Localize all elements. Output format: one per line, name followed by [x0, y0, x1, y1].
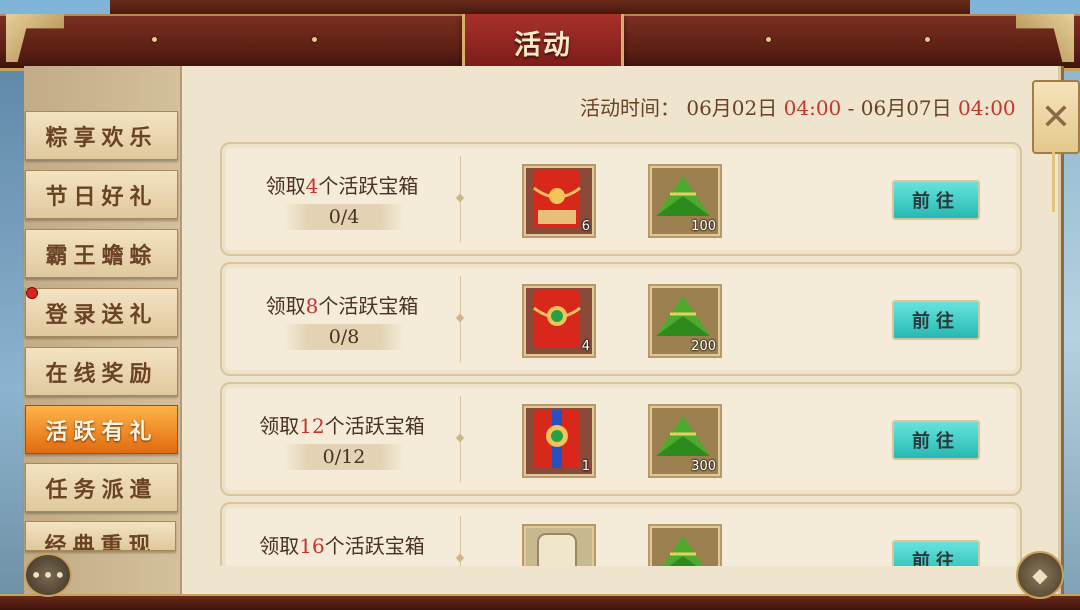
row-title: 领取4个活跃宝箱 [265, 174, 419, 198]
tab-jieri-haoli[interactable]: 节日好礼 [25, 170, 178, 219]
tab-jingdian-chongxian[interactable]: 经典重现 [25, 521, 176, 551]
go-button[interactable]: 前往 [892, 540, 980, 566]
row-divider [460, 276, 461, 362]
reward-item[interactable] [522, 524, 596, 566]
frame-stud [766, 37, 771, 42]
zongzi-icon: ◆ [1032, 563, 1048, 587]
event-start-time: 04:00 [783, 96, 842, 120]
go-button[interactable]: 前往 [892, 180, 980, 220]
red-envelope-icon [533, 170, 581, 228]
reward-row: 领取4个活跃宝箱 0/4 6 100 前往 [220, 142, 1022, 256]
window-title-plaque: 活动 [462, 14, 624, 73]
row-title: 领取8个活跃宝箱 [265, 294, 419, 318]
progress-text: 0/8 [284, 324, 404, 350]
row-divider [460, 156, 461, 242]
tab-zaixian-jiangli[interactable]: 在线奖励 [25, 347, 178, 396]
reward-item[interactable]: 4 [522, 284, 596, 358]
go-button[interactable]: 前往 [892, 420, 980, 460]
row-title: 领取16个活跃宝箱 [259, 534, 425, 558]
event-time-separator: - [847, 96, 855, 120]
progress-text: 0/4 [284, 204, 404, 230]
frame-stud [925, 37, 930, 42]
reward-item[interactable]: 6 [522, 164, 596, 238]
jade-red-envelope-icon [533, 290, 581, 348]
tab-bawang-chanchu[interactable]: 霸王蟾蜍 [25, 229, 178, 278]
chat-button[interactable]: ••• [24, 553, 72, 597]
event-end-date: 06月07日 [860, 96, 952, 120]
blue-jade-envelope-icon [534, 410, 580, 468]
frame-stud [312, 37, 317, 42]
row-divider [460, 516, 461, 566]
row-divider [460, 396, 461, 482]
reward-row: 领取16个活跃宝箱 前往 [220, 502, 1022, 566]
reward-item[interactable]: 200 [648, 284, 722, 358]
tab-zongxiang-huanle[interactable]: 粽享欢乐 [25, 111, 178, 160]
reward-item[interactable]: 300 [648, 404, 722, 478]
scroll-pouch-icon [537, 533, 577, 566]
reward-item[interactable]: 100 [648, 164, 722, 238]
go-button[interactable]: 前往 [892, 300, 980, 340]
tab-renwu-paiqian[interactable]: 任务派遣 [25, 463, 178, 512]
tab-huoyue-youli[interactable]: 活跃有礼 [25, 405, 178, 454]
chat-bubble-icon: ••• [30, 563, 66, 587]
reward-row: 领取12个活跃宝箱 0/12 1 300 前往 [220, 382, 1022, 496]
notification-dot [26, 287, 38, 299]
event-time: 活动时间： 06月02日 04:00 - 06月07日 04:00 [580, 92, 1020, 122]
zongzi-icon [662, 536, 704, 566]
event-start-date: 06月02日 [686, 96, 778, 120]
progress-text: 0/12 [284, 444, 404, 470]
tab-denglu-songli[interactable]: 登录送礼 [25, 288, 178, 337]
zongzi-menu-button[interactable]: ◆ [1016, 551, 1064, 599]
frame-stud [152, 37, 157, 42]
reward-item[interactable]: 1 [522, 404, 596, 478]
row-title: 领取12个活跃宝箱 [259, 414, 425, 438]
event-end-time: 04:00 [958, 96, 1016, 120]
window-title: 活动 [514, 29, 572, 61]
reward-row: 领取8个活跃宝箱 0/8 4 200 前往 [220, 262, 1022, 376]
event-time-label: 活动时间： [580, 96, 680, 120]
reward-list[interactable]: 领取4个活跃宝箱 0/4 6 100 前往 领取8个活跃宝箱 0/8 4 200… [182, 130, 1058, 566]
reward-item[interactable] [648, 524, 722, 566]
